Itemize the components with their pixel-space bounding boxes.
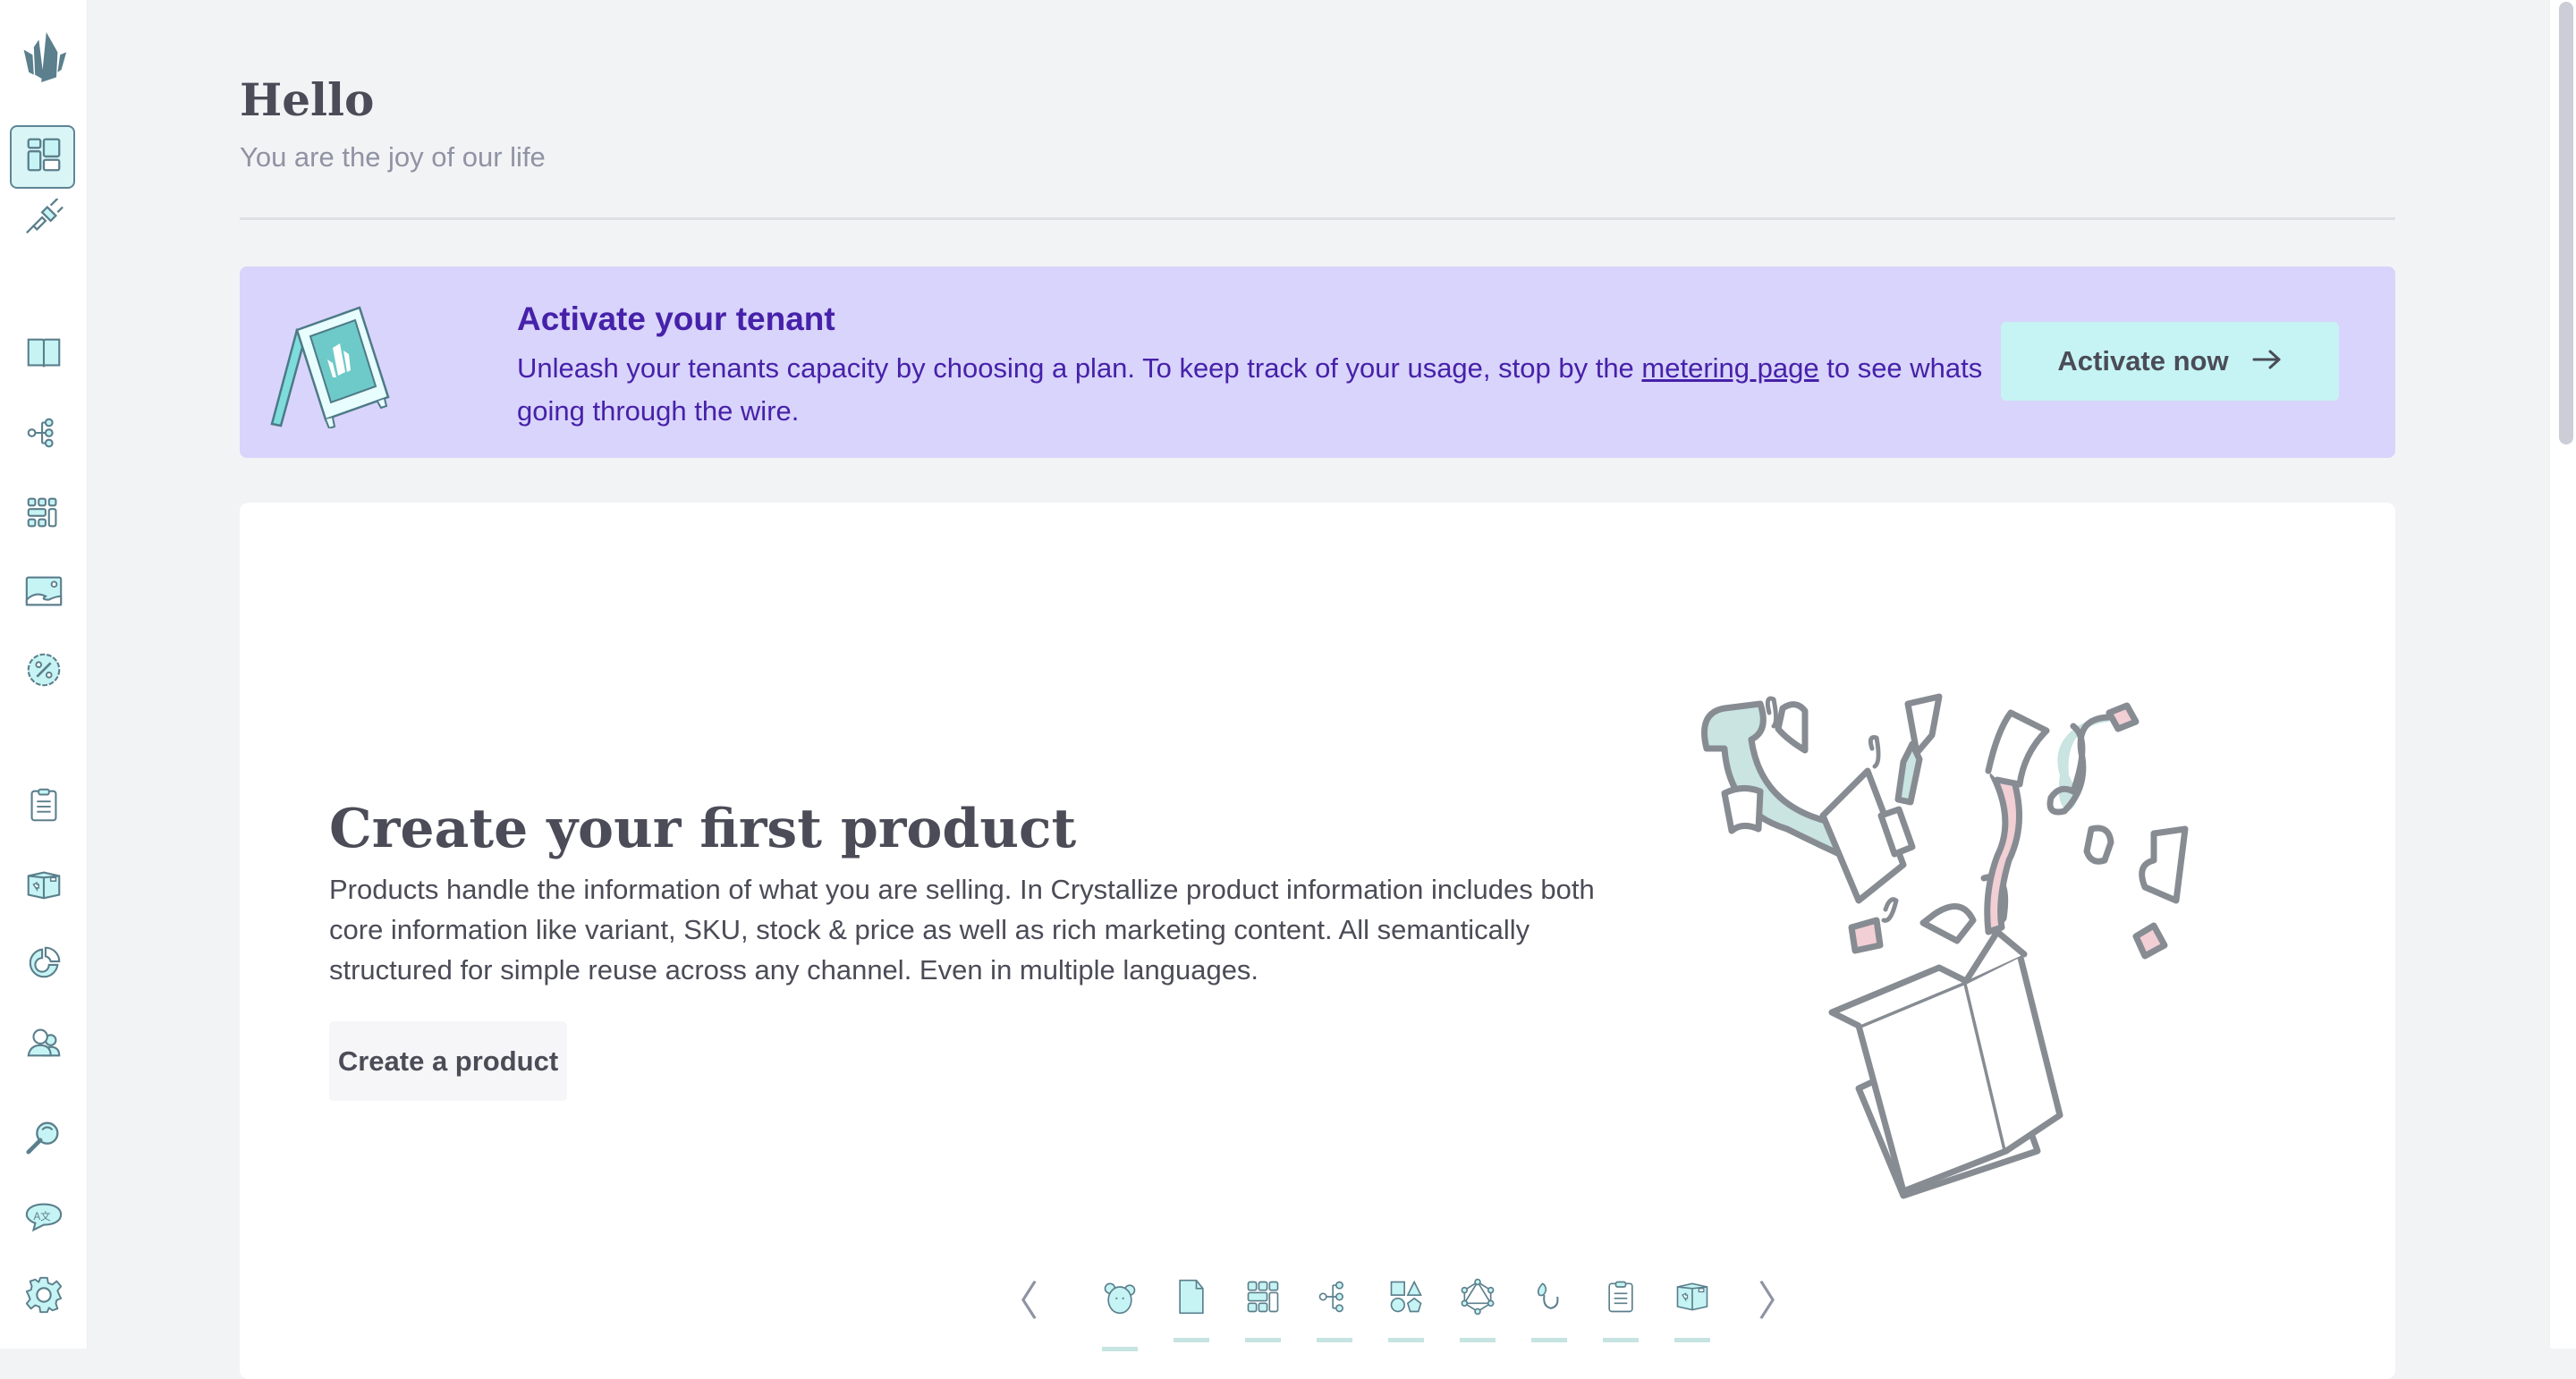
- users-icon: [23, 1021, 64, 1067]
- product-box-illustration: [1689, 686, 2270, 1205]
- carousel-item[interactable]: [1601, 1272, 1640, 1343]
- svg-text:A文: A文: [34, 1209, 52, 1222]
- activate-now-label: Activate now: [2057, 345, 2229, 376]
- sandwich-board-icon: [270, 299, 395, 430]
- carousel-indicator: [1388, 1338, 1424, 1342]
- carousel-indicator: [1531, 1338, 1567, 1342]
- onboarding-description: Products handle the information of what …: [329, 874, 1595, 986]
- sidebar-item-orders[interactable]: [0, 775, 88, 838]
- translate-icon: A文: [23, 1196, 64, 1241]
- metering-page-link[interactable]: metering page: [1641, 352, 1818, 384]
- sidebar-item-catalogue[interactable]: [0, 324, 88, 386]
- carousel-item[interactable]: [1315, 1272, 1354, 1343]
- scrollbar-thumb[interactable]: [2559, 2, 2573, 444]
- sidebar-item-dashboard[interactable]: [0, 125, 88, 189]
- carousel-item[interactable]: [1243, 1272, 1283, 1343]
- sidebar-item-integrations[interactable]: [0, 190, 88, 252]
- carousel-indicator: [1102, 1347, 1138, 1351]
- clipboard-icon: [23, 784, 64, 830]
- dashboard-icon: [23, 134, 64, 180]
- image-icon: [23, 571, 64, 616]
- arrow-right-icon: [2252, 345, 2283, 377]
- carousel-item[interactable]: [1673, 1272, 1712, 1343]
- feature-carousel: 〈 〉: [240, 1272, 2395, 1352]
- page-subtitle: You are the joy of our life: [240, 141, 546, 173]
- discount-icon: [23, 649, 64, 695]
- carousel-indicator: [1603, 1338, 1639, 1342]
- sidebar-item-price-lists[interactable]: [0, 640, 88, 703]
- sidebar-item-search[interactable]: [0, 1107, 88, 1170]
- carousel-item[interactable]: [1530, 1272, 1569, 1343]
- scrollbar[interactable]: [2549, 0, 2576, 1349]
- onboarding-card: Create your first product Products handl…: [240, 503, 2395, 1379]
- activate-tenant-banner: Activate your tenant Unleash your tenant…: [240, 266, 2395, 458]
- box-icon: [23, 864, 64, 909]
- header-divider: [240, 217, 2395, 220]
- pie-chart-icon: [23, 943, 64, 988]
- carousel-item[interactable]: [1100, 1272, 1140, 1351]
- carousel-indicator: [1460, 1338, 1496, 1342]
- grid-icon: [23, 492, 64, 537]
- sidebar-item-languages[interactable]: A文: [0, 1187, 88, 1249]
- crystallize-logo[interactable]: [0, 21, 88, 93]
- main-content: Hello You are the joy of our life Activa…: [88, 0, 2549, 1379]
- carousel-item[interactable]: [1458, 1272, 1497, 1343]
- sidebar: A文: [0, 0, 88, 1349]
- plug-icon: [23, 197, 64, 244]
- gear-icon: [23, 1274, 64, 1320]
- carousel-indicator: [1245, 1338, 1281, 1342]
- carousel-indicator: [1317, 1338, 1352, 1342]
- sidebar-item-settings[interactable]: [0, 1265, 88, 1328]
- search-icon: [23, 1116, 64, 1162]
- topics-icon: [23, 412, 64, 458]
- sidebar-item-media[interactable]: [0, 562, 88, 624]
- carousel-item[interactable]: [1386, 1272, 1426, 1343]
- carousel-item[interactable]: [1172, 1272, 1211, 1343]
- sidebar-item-grids[interactable]: [0, 483, 88, 546]
- create-product-button[interactable]: Create a product: [329, 1021, 567, 1101]
- sidebar-item-customers[interactable]: [0, 1012, 88, 1075]
- sidebar-item-subscriptions[interactable]: [0, 855, 88, 918]
- sidebar-item-topics[interactable]: [0, 403, 88, 466]
- banner-text: Unleash your tenants capacity by choosin…: [517, 347, 2038, 433]
- carousel-indicator: [1674, 1338, 1710, 1342]
- carousel-next-button[interactable]: 〉: [1758, 1272, 1799, 1325]
- page-title: Hello: [240, 73, 375, 126]
- banner-title: Activate your tenant: [517, 300, 835, 337]
- carousel-indicator: [1174, 1338, 1209, 1342]
- banner-text-before: Unleash your tenants capacity by choosin…: [517, 352, 1642, 384]
- sidebar-item-analytics[interactable]: [0, 934, 88, 996]
- carousel-prev-button[interactable]: 〈: [997, 1272, 1038, 1325]
- onboarding-title: Create your first product: [329, 798, 1077, 860]
- book-icon: [23, 333, 64, 378]
- activate-now-button[interactable]: Activate now: [2001, 322, 2339, 401]
